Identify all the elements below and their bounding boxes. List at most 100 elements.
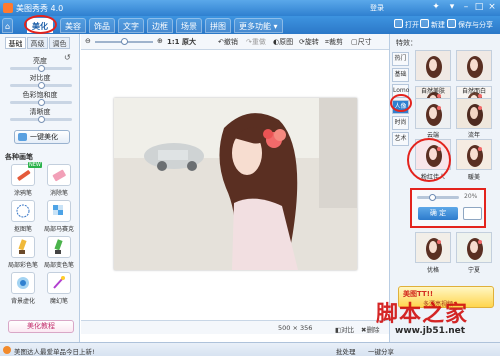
app-title: 美图秀秀 4.0 <box>16 4 64 13</box>
save-share-label: 保存与分享 <box>458 21 493 29</box>
tab-text[interactable]: 文字 <box>118 18 144 33</box>
brush-section-title: 各种画笔 <box>5 153 33 161</box>
tab-scenes[interactable]: 场景 <box>176 18 202 33</box>
open-label: 打开 <box>405 21 419 29</box>
slider-knob[interactable] <box>38 82 45 89</box>
effect-label: 优格 <box>426 267 439 274</box>
actual-size-button[interactable]: 1:1 原大 <box>167 37 196 47</box>
tool-cutout[interactable]: 抠图笔 <box>8 200 38 234</box>
close-icon[interactable]: × <box>486 2 498 13</box>
news-link[interactable]: 美图达人最爱单品今日上新! <box>14 346 95 356</box>
open-button[interactable]: 打开 <box>394 19 419 31</box>
tool-label: 消除笔 <box>49 190 68 197</box>
subtab-advanced[interactable]: 高级 <box>27 37 48 49</box>
resize-label: 尺寸 <box>357 38 372 46</box>
tab-facial[interactable]: 美容 <box>60 18 86 33</box>
thumbnail-portrait-icon <box>416 51 450 80</box>
effect-strength-panel: 20% 确 定 <box>410 188 486 228</box>
tool-color-change[interactable]: 局部变色笔 <box>44 236 74 270</box>
image-size: 500 × 356 <box>278 324 313 332</box>
tab-collage[interactable]: 拼图 <box>205 18 231 33</box>
share-button[interactable]: 一键分享 <box>368 346 394 356</box>
undo-label: 撤销 <box>223 38 238 46</box>
rotate-button[interactable]: ⟳旋转 <box>299 37 319 47</box>
tool-label: 抠图笔 <box>13 226 32 233</box>
effect-cat-fashion[interactable]: 时尚 <box>392 116 409 130</box>
zoom-in-icon[interactable]: ⊕ <box>157 37 163 45</box>
edited-photo[interactable] <box>114 98 357 270</box>
redo-button[interactable]: ↷重做 <box>246 37 266 47</box>
batch-button[interactable]: 批处理 <box>336 346 356 356</box>
zoom-slider[interactable] <box>95 38 153 45</box>
slider-knob[interactable] <box>38 116 45 123</box>
tool-magic-pen[interactable]: 魔幻笔 <box>44 272 74 306</box>
zoom-knob[interactable] <box>121 38 128 45</box>
tool-background-blur[interactable]: 背景虚化 <box>8 272 38 306</box>
confirm-button[interactable]: 确 定 <box>418 207 458 220</box>
save-share-button[interactable]: 保存与分享 <box>447 19 493 31</box>
zoom-out-icon[interactable]: ⊖ <box>85 37 91 45</box>
effect-yogurt[interactable] <box>415 232 451 263</box>
effect-years[interactable] <box>456 98 492 129</box>
effect-ningxia[interactable] <box>456 232 492 263</box>
undo-button[interactable]: ↶撤销 <box>218 37 238 47</box>
strength-knob[interactable] <box>429 194 436 201</box>
subtab-color[interactable]: 调色 <box>49 37 70 49</box>
home-tab[interactable]: ⌂ <box>2 18 14 33</box>
subtab-basic[interactable]: 基础 <box>5 37 26 49</box>
crop-button[interactable]: ⌗裁剪 <box>325 37 343 47</box>
original-button[interactable]: ◐原图 <box>273 37 293 47</box>
effects-title: 特效： <box>396 39 417 47</box>
tab-accessories[interactable]: 饰品 <box>89 18 115 33</box>
login-link[interactable]: 登录 <box>370 3 384 13</box>
resize-button[interactable]: ▢尺寸 <box>351 37 372 47</box>
effect-label: 流年 <box>467 132 480 139</box>
tool-mosaic[interactable]: 局部马赛克 <box>44 200 74 234</box>
thumbnail-portrait-icon <box>457 99 491 128</box>
auto-beautify-button[interactable]: 一键美化 <box>14 130 70 144</box>
thumbnail-portrait-icon <box>457 140 491 169</box>
highlight-ring-beautify-tab <box>24 15 57 34</box>
magic-pen-icon <box>47 272 71 294</box>
tool-doodle[interactable]: 涂鸦笔 NEW <box>8 162 42 198</box>
beautify-tutorial-button[interactable]: 美化教程 <box>8 320 74 333</box>
tab-frames[interactable]: 边框 <box>147 18 173 33</box>
tutorial-label: 美化教程 <box>27 322 55 330</box>
cancel-button[interactable] <box>463 207 482 220</box>
brightness-slider[interactable] <box>10 65 72 72</box>
slider-knob[interactable] <box>38 99 45 106</box>
save-icon <box>447 19 456 28</box>
minimize-icon[interactable]: – <box>460 2 472 13</box>
effect-cat-art[interactable]: 艺术 <box>392 132 409 146</box>
tool-eraser[interactable]: 消除笔 <box>44 164 74 198</box>
effect-warm[interactable] <box>456 139 492 170</box>
contrast-slider[interactable] <box>10 82 72 89</box>
color-change-icon <box>47 236 71 258</box>
new-button[interactable]: 新建 <box>420 19 445 31</box>
thumbnail-portrait-icon <box>457 233 491 262</box>
new-label: 新建 <box>431 21 445 29</box>
skin-icon[interactable]: ✦ <box>430 2 442 13</box>
effect-cat-hot[interactable]: 热门 <box>392 52 409 66</box>
maximize-icon[interactable]: □ <box>473 2 485 13</box>
menu-icon[interactable]: ▾ <box>446 2 458 13</box>
portrait-illustration <box>114 98 357 270</box>
sharpness-slider[interactable] <box>10 116 72 123</box>
effect-thumb[interactable] <box>456 50 492 81</box>
saturation-slider[interactable] <box>10 99 72 106</box>
magic-wand-icon <box>18 133 27 141</box>
effect-cat-basic[interactable]: 基础 <box>392 68 409 82</box>
tool-label: 魔幻笔 <box>49 298 68 305</box>
compare-button[interactable]: ◧对比 <box>335 324 354 334</box>
image-canvas[interactable] <box>81 50 389 320</box>
effect-cloud[interactable] <box>415 98 451 129</box>
effect-thumb[interactable] <box>415 50 451 81</box>
mosaic-icon <box>47 200 71 222</box>
effect-label: 自然美肤 <box>420 88 445 95</box>
tab-more-features[interactable]: 更多功能 ▾ <box>234 18 283 33</box>
left-panel: 基础 高级 调色 ↺ 亮度 对比度 色彩饱和度 清晰度 一键美化 各种画笔 涂鸦… <box>0 34 80 342</box>
highlight-ring-portrait-category <box>390 94 412 112</box>
slider-knob[interactable] <box>38 65 45 72</box>
tool-local-color[interactable]: 局部彩色笔 <box>8 236 38 270</box>
effect-strength-slider[interactable] <box>417 194 459 201</box>
